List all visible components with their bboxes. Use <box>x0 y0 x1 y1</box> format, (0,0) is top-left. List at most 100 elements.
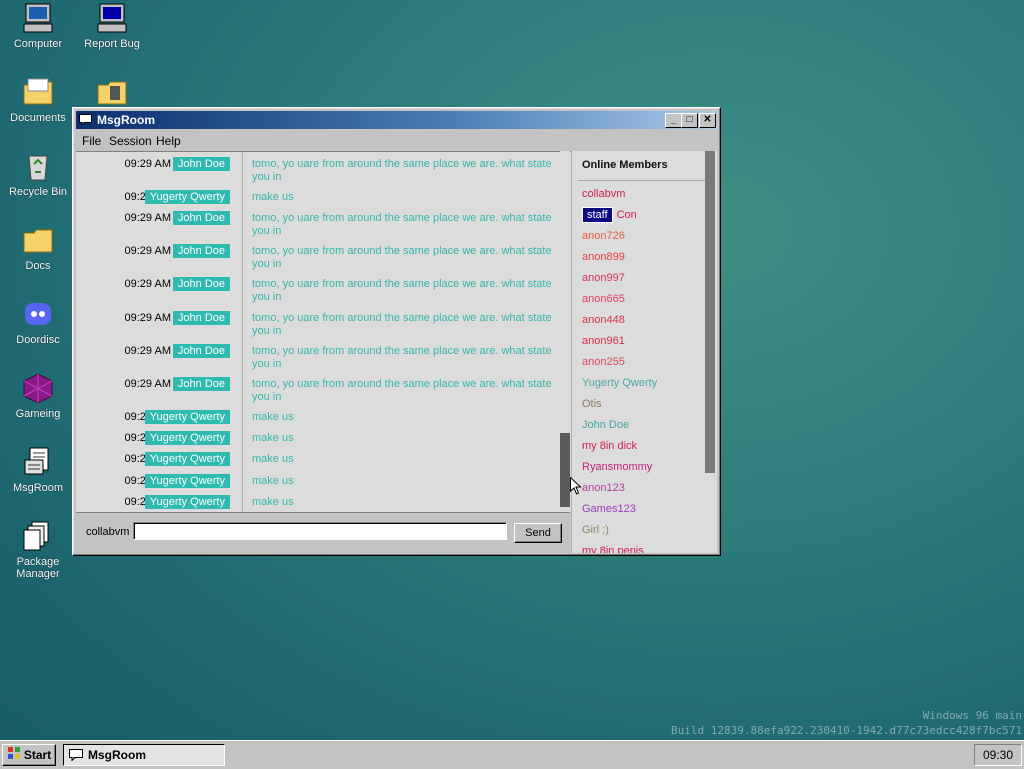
desktop-icon-recycle-bin[interactable]: Recycle Bin <box>0 150 76 198</box>
desktop-icon-package-manager[interactable]: Package Manager <box>0 520 76 580</box>
desktop-icon-label: Doordisc <box>16 334 60 346</box>
computer-icon <box>22 2 54 34</box>
member-item[interactable]: Otis <box>582 398 602 410</box>
menu-help[interactable]: Help <box>156 134 181 148</box>
taskbar-item-msgroom[interactable]: MsgRoom <box>63 744 225 766</box>
message-text: make us <box>252 191 294 203</box>
desktop-icon-gameing[interactable]: Gameing <box>0 372 76 420</box>
member-item-staff[interactable]: staff Con <box>582 207 637 223</box>
desktop-icon-msgroom[interactable]: MsgRoom <box>0 446 76 494</box>
chat-bubble-icon <box>79 114 92 127</box>
menu-file[interactable]: File <box>82 134 101 148</box>
message-user[interactable]: Yugerty Qwerty <box>144 431 230 445</box>
message-text: tomo, yo uare from around the same place… <box>252 245 552 270</box>
message-user[interactable]: Yugerty Qwerty <box>144 452 230 466</box>
member-name: Con <box>616 209 637 221</box>
window-titlebar[interactable]: MsgRoom _ □ ✕ <box>76 111 717 129</box>
gameing-icon <box>22 372 54 404</box>
send-button[interactable]: Send <box>514 523 562 543</box>
message-user[interactable]: John Doe <box>172 344 230 358</box>
chat-bubble-icon <box>69 749 83 764</box>
member-item[interactable]: Girl ;) <box>582 524 609 536</box>
member-item[interactable]: my 8in dick <box>582 440 637 452</box>
members-header-divider <box>578 180 705 181</box>
start-button[interactable]: Start <box>2 744 56 766</box>
members-scrollbar-thumb[interactable] <box>705 151 715 473</box>
member-item[interactable]: Ryansmommy <box>582 461 652 473</box>
msgroom-window: MsgRoom _ □ ✕ File Session Help 09:29 AM… <box>72 107 721 556</box>
nickname-label[interactable]: collabvm <box>86 526 129 538</box>
message-time: 09:29 AM <box>124 245 171 257</box>
message-user[interactable]: Yugerty Qwerty <box>144 495 230 509</box>
build-watermark-line2: Build 12839.88efa922.230410-1942.d77c73e… <box>671 724 1022 737</box>
message-scrollbar-thumb[interactable] <box>560 433 570 507</box>
message-time: 09:29 AM <box>124 378 171 390</box>
members-scrollbar[interactable] <box>705 151 715 553</box>
staff-badge: staff <box>582 207 613 223</box>
message-user[interactable]: Yugerty Qwerty <box>144 410 230 424</box>
tools-folder-icon <box>96 76 128 108</box>
desktop-icon-label: Package Manager <box>16 556 60 580</box>
member-item[interactable]: anon997 <box>582 272 625 284</box>
member-item[interactable]: anon899 <box>582 251 625 263</box>
maximize-button[interactable]: □ <box>681 113 698 128</box>
desktop-icon-label: Computer <box>13 38 63 50</box>
desktop-icon-label: Docs <box>25 260 51 272</box>
package-manager-icon <box>22 520 54 552</box>
message-input[interactable] <box>133 522 507 540</box>
message-text: tomo, yo uare from around the same place… <box>252 312 552 337</box>
member-item[interactable]: anon726 <box>582 230 625 242</box>
message-user[interactable]: John Doe <box>172 311 230 325</box>
minimize-icon: _ <box>670 114 677 125</box>
member-item[interactable]: collabvm <box>582 188 625 200</box>
message-user[interactable]: John Doe <box>172 277 230 291</box>
online-members-title: Online Members <box>582 159 668 171</box>
doordisc-icon <box>22 298 54 330</box>
member-item[interactable]: anon255 <box>582 356 625 368</box>
message-text: make us <box>252 496 294 508</box>
message-text: make us <box>252 411 294 423</box>
member-item[interactable]: anon961 <box>582 335 625 347</box>
desktop-icon-report-bug[interactable]: Report Bug <box>74 2 150 50</box>
member-item[interactable]: anon665 <box>582 293 625 305</box>
maximize-icon: □ <box>686 114 693 125</box>
message-user[interactable]: Yugerty Qwerty <box>144 190 230 204</box>
docs-folder-icon <box>22 224 54 256</box>
member-item[interactable]: Yugerty Qwerty <box>582 377 657 389</box>
desktop-icon-docs[interactable]: Docs <box>0 224 76 272</box>
close-icon: ✕ <box>703 114 712 125</box>
mouse-cursor-icon <box>570 476 582 498</box>
message-text: make us <box>252 453 294 465</box>
close-button[interactable]: ✕ <box>699 113 716 128</box>
message-text: make us <box>252 475 294 487</box>
message-scrollbar[interactable] <box>560 151 570 511</box>
desktop-icon-label: Report Bug <box>84 38 140 50</box>
desktop-icon-documents[interactable]: Documents <box>0 76 76 124</box>
desktop-icon-doordisc[interactable]: Doordisc <box>0 298 76 346</box>
build-watermark-line1: Windows 96 main <box>922 709 1022 722</box>
message-user[interactable]: John Doe <box>172 377 230 391</box>
member-item[interactable]: John Doe <box>582 419 629 431</box>
message-user[interactable]: John Doe <box>172 211 230 225</box>
menu-session[interactable]: Session <box>109 134 152 148</box>
column-divider <box>242 152 243 512</box>
desktop-icon-computer[interactable]: Computer <box>0 2 76 50</box>
minimize-button[interactable]: _ <box>665 113 682 128</box>
message-time: 09:29 AM <box>124 345 171 357</box>
message-time: 09:29 AM <box>124 158 171 170</box>
desktop-icon-label: MsgRoom <box>12 482 64 494</box>
member-item[interactable]: anon123 <box>582 482 625 494</box>
message-user[interactable]: John Doe <box>172 157 230 171</box>
desktop-icon-label: Documents <box>10 112 66 124</box>
message-log[interactable]: 09:29 AM John Doe tomo, yo uare from aro… <box>76 151 573 512</box>
message-user[interactable]: John Doe <box>172 244 230 258</box>
start-logo-icon <box>7 746 21 766</box>
message-user[interactable]: Yugerty Qwerty <box>144 474 230 488</box>
report-bug-icon <box>96 2 128 34</box>
member-item[interactable]: my 8in penis <box>582 545 644 553</box>
member-item[interactable]: anon448 <box>582 314 625 326</box>
message-text: make us <box>252 432 294 444</box>
documents-folder-icon <box>22 76 54 108</box>
start-label: Start <box>23 748 52 762</box>
member-item[interactable]: Games123 <box>582 503 636 515</box>
